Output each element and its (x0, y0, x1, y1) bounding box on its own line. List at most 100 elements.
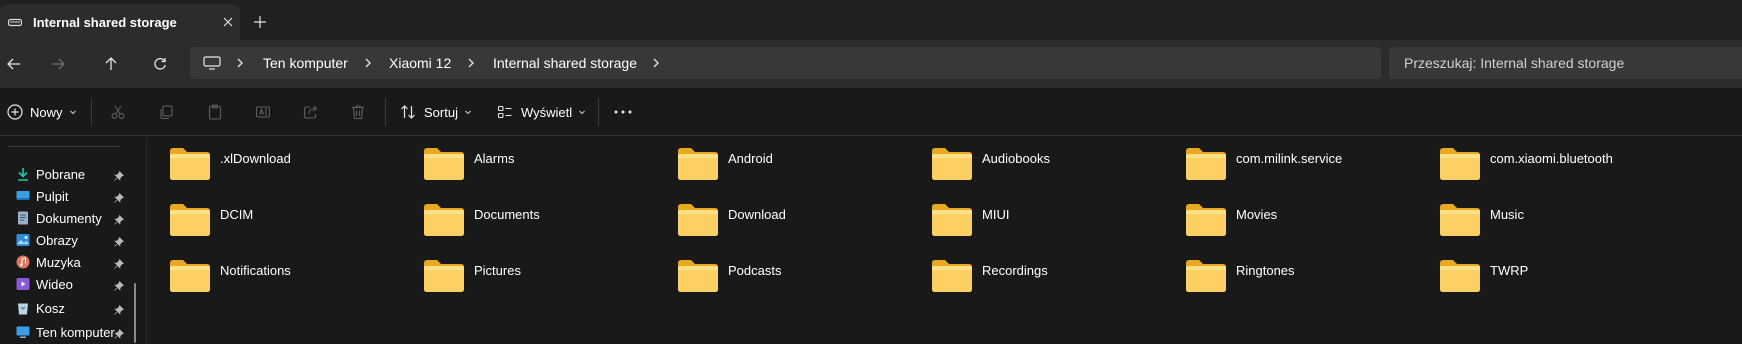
sort-button[interactable]: Sortuj (400, 100, 472, 124)
video-icon (16, 277, 30, 291)
view-button[interactable]: Wyświetl (497, 100, 586, 124)
folder-item[interactable]: Ringtones (1164, 249, 1404, 301)
sidebar-item-dokumenty[interactable]: Dokumenty (0, 207, 140, 231)
cut-icon[interactable] (108, 102, 128, 122)
search-placeholder: Przeszukaj: Internal shared storage (1404, 55, 1625, 71)
folder-name: Music (1490, 207, 1524, 222)
search-input[interactable]: Przeszukaj: Internal shared storage (1389, 47, 1742, 79)
sidebar-item-pobrane[interactable]: Pobrane (0, 163, 140, 187)
folder-name: .xlDownload (220, 151, 291, 166)
pin-icon[interactable] (114, 169, 125, 181)
folder-icon (932, 204, 972, 236)
folder-icon (1440, 204, 1480, 236)
folder-item[interactable]: Alarms (402, 137, 642, 189)
folder-item[interactable]: DCIM (148, 193, 388, 245)
breadcrumb-xiaomi-12[interactable]: Xiaomi 12 (389, 55, 451, 71)
sidebar-item-label: Muzyka (36, 255, 81, 270)
folder-name: Pictures (474, 263, 521, 278)
folder-item[interactable]: com.xiaomi.bluetooth (1418, 137, 1658, 189)
sidebar-item-label: Pulpit (36, 189, 69, 204)
folder-icon (1186, 260, 1226, 292)
folder-item[interactable]: Movies (1164, 193, 1404, 245)
folder-icon (1440, 148, 1480, 180)
share-icon[interactable] (301, 102, 321, 122)
folder-item[interactable]: .xlDownload (148, 137, 388, 189)
drive-icon (8, 15, 22, 29)
chevron-right-icon[interactable] (650, 57, 662, 69)
folder-item[interactable]: com.milink.service (1164, 137, 1404, 189)
forward-arrow-icon[interactable] (48, 54, 68, 74)
pin-icon[interactable] (114, 303, 125, 315)
folder-item[interactable]: Download (656, 193, 896, 245)
folder-name: Documents (474, 207, 540, 222)
folder-icon (170, 260, 210, 292)
pin-icon[interactable] (114, 235, 125, 247)
folder-name: com.milink.service (1236, 151, 1343, 166)
new-tab-icon[interactable] (252, 14, 268, 30)
sidebar-item-kosz[interactable]: Kosz (0, 297, 140, 321)
folder-item[interactable]: Audiobooks (910, 137, 1150, 189)
sidebar-scrollbar[interactable] (134, 283, 136, 343)
chevron-right-icon[interactable] (234, 57, 246, 69)
folder-name: Android (728, 151, 773, 166)
folder-item[interactable]: Podcasts (656, 249, 896, 301)
recycle-bin-icon (16, 301, 30, 315)
folder-item[interactable]: TWRP (1418, 249, 1658, 301)
pin-icon[interactable] (114, 257, 125, 269)
pin-icon[interactable] (114, 279, 125, 291)
folder-item[interactable]: Music (1418, 193, 1658, 245)
tab-internal-shared-storage[interactable]: Internal shared storage (0, 4, 240, 40)
folder-name: Ringtones (1236, 263, 1295, 278)
folder-item[interactable]: Recordings (910, 249, 1150, 301)
more-options-icon[interactable] (613, 102, 633, 122)
sidebar-item-label: Pobrane (36, 167, 86, 182)
sidebar-item-ten-komputer[interactable]: Ten komputer (0, 321, 140, 344)
image-icon (16, 233, 30, 247)
sidebar-item-obrazy[interactable]: Obrazy (0, 229, 140, 253)
refresh-icon[interactable] (150, 54, 170, 74)
sidebar-item-pulpit[interactable]: Pulpit (0, 185, 140, 209)
file-list: .xlDownload Alarms Android Audiobooks co… (148, 137, 1742, 344)
folder-icon (424, 204, 464, 236)
delete-icon[interactable] (348, 102, 368, 122)
folder-item[interactable]: Android (656, 137, 896, 189)
chevron-right-icon[interactable] (362, 57, 374, 69)
sidebar-item-muzyka[interactable]: Muzyka (0, 251, 140, 275)
sort-icon (401, 105, 415, 119)
breadcrumb-ten-komputer[interactable]: Ten komputer (263, 55, 348, 71)
address-bar[interactable]: Ten komputer Xiaomi 12 Internal shared s… (190, 47, 1381, 79)
chevron-right-icon[interactable] (465, 57, 477, 69)
separator (598, 98, 599, 126)
folder-name: Notifications (220, 263, 291, 278)
close-tab-icon[interactable] (220, 14, 236, 30)
folder-item[interactable]: MIUI (910, 193, 1150, 245)
sidebar-item-label: Wideo (36, 277, 73, 292)
folder-icon (170, 148, 210, 180)
chevron-down-icon (579, 110, 586, 115)
paste-icon[interactable] (205, 102, 225, 122)
folder-item[interactable]: Pictures (402, 249, 642, 301)
sidebar-item-wideo[interactable]: Wideo (0, 273, 140, 297)
tab-title: Internal shared storage (33, 14, 177, 30)
new-button-label: Nowy (30, 104, 63, 120)
breadcrumb-internal-shared-storage[interactable]: Internal shared storage (493, 55, 637, 71)
back-arrow-icon[interactable] (4, 54, 24, 74)
folder-icon (678, 260, 718, 292)
folder-icon (1186, 204, 1226, 236)
rename-icon[interactable] (253, 102, 273, 122)
pin-icon[interactable] (114, 327, 125, 339)
folder-icon (1440, 260, 1480, 292)
folder-icon (424, 148, 464, 180)
folder-icon (932, 260, 972, 292)
folder-item[interactable]: Documents (402, 193, 642, 245)
pin-icon[interactable] (114, 191, 125, 203)
folder-icon (424, 260, 464, 292)
new-button[interactable]: Nowy (7, 100, 77, 124)
up-arrow-icon[interactable] (101, 54, 121, 74)
view-icon (497, 105, 512, 119)
pin-icon[interactable] (114, 213, 125, 225)
view-button-label: Wyświetl (521, 104, 573, 120)
copy-icon[interactable] (156, 102, 176, 122)
folder-item[interactable]: Notifications (148, 249, 388, 301)
document-icon (16, 211, 30, 225)
